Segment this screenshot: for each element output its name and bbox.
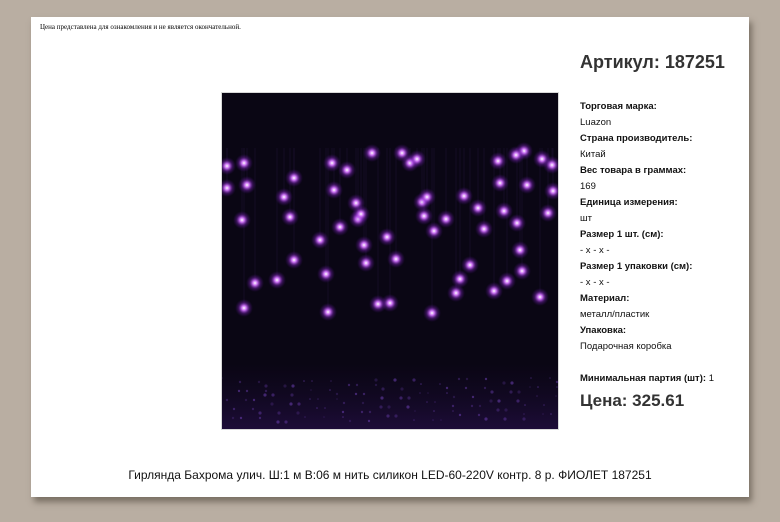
led-light — [268, 271, 286, 289]
spec-label: Вес товара в граммах: — [580, 165, 687, 176]
led-light — [338, 161, 356, 179]
led-light — [418, 188, 436, 206]
led-light — [325, 181, 343, 199]
led-light — [281, 208, 299, 226]
led-light — [539, 204, 557, 222]
product-title: Гирлянда Бахрома улич. Ш:1 м В:06 м нить… — [128, 468, 652, 482]
led-light — [355, 236, 373, 254]
spec-row: Страна производитель: Китай — [580, 131, 745, 163]
led-light — [507, 146, 525, 164]
led-light — [415, 207, 433, 225]
led-light — [317, 265, 335, 283]
led-light — [498, 272, 516, 290]
specs-list: Торговая марка: Luazon Страна производит… — [580, 99, 745, 355]
spec-label: Материал: — [580, 293, 630, 304]
led-light — [363, 144, 381, 162]
led-light — [469, 199, 487, 217]
led-light — [319, 303, 337, 321]
spec-row: Размер 1 упаковки (см): - x - x - — [580, 259, 745, 291]
led-light — [275, 188, 293, 206]
spec-value: Подарочная коробка — [580, 341, 672, 352]
spec-value: 169 — [580, 181, 596, 192]
product-photo — [221, 92, 559, 430]
garland-image — [222, 93, 558, 429]
led-light — [311, 231, 329, 249]
spec-row: Материал: металл/пластик — [580, 291, 745, 323]
led-light — [531, 288, 549, 306]
led-light — [238, 176, 256, 194]
spec-row: Упаковка: Подарочная коробка — [580, 323, 745, 355]
led-light — [491, 174, 509, 192]
spec-label: Торговая марка: — [580, 101, 657, 112]
led-light — [508, 214, 526, 232]
spec-label: Упаковка: — [580, 325, 627, 336]
min-lot-value: 1 — [708, 373, 714, 384]
led-light — [285, 251, 303, 269]
led-light — [387, 250, 405, 268]
product-sheet: Цена представлена для ознакомления и не … — [31, 17, 749, 497]
led-light — [378, 228, 396, 246]
led-light — [352, 205, 370, 223]
price-disclaimer: Цена представлена для ознакомления и не … — [40, 23, 241, 31]
led-light — [489, 152, 507, 170]
led-light — [513, 262, 531, 280]
spec-label: Страна производитель: — [580, 133, 693, 144]
min-lot-label: Минимальная партия (шт): — [580, 373, 707, 384]
price: Цена: 325.61 — [580, 391, 685, 410]
led-light — [331, 218, 349, 236]
led-light — [235, 154, 253, 172]
spec-value: Luazon — [580, 117, 612, 128]
article-number: Артикул: 187251 — [580, 52, 725, 72]
spec-value: Китай — [580, 149, 606, 160]
led-light — [475, 220, 493, 238]
led-light — [381, 294, 399, 312]
spec-label: Размер 1 упаковки (см): — [580, 261, 693, 272]
spec-value: - x - x - — [580, 245, 610, 256]
led-light — [423, 304, 441, 322]
led-light — [235, 299, 253, 317]
led-light — [518, 176, 536, 194]
led-light — [246, 274, 264, 292]
led-light — [285, 169, 303, 187]
spec-value: - x - x - — [580, 277, 610, 288]
spec-value: металл/пластик — [580, 309, 650, 320]
led-light — [357, 254, 375, 272]
min-lot: Минимальная партия (шт): 1 — [580, 373, 714, 384]
led-light — [408, 150, 426, 168]
spec-value: шт — [580, 213, 592, 224]
led-light — [437, 210, 455, 228]
led-light — [511, 241, 529, 259]
spec-row: Размер 1 шт. (см): - x - x - — [580, 227, 745, 259]
spec-row: Вес товара в граммах: 169 — [580, 163, 745, 195]
led-light — [461, 256, 479, 274]
spec-label: Размер 1 шт. (см): — [580, 229, 664, 240]
led-light — [233, 211, 251, 229]
spec-label: Единица измерения: — [580, 197, 678, 208]
spec-row: Торговая марка: Luazon — [580, 99, 745, 131]
spec-row: Единица измерения: шт — [580, 195, 745, 227]
led-light — [455, 187, 473, 205]
